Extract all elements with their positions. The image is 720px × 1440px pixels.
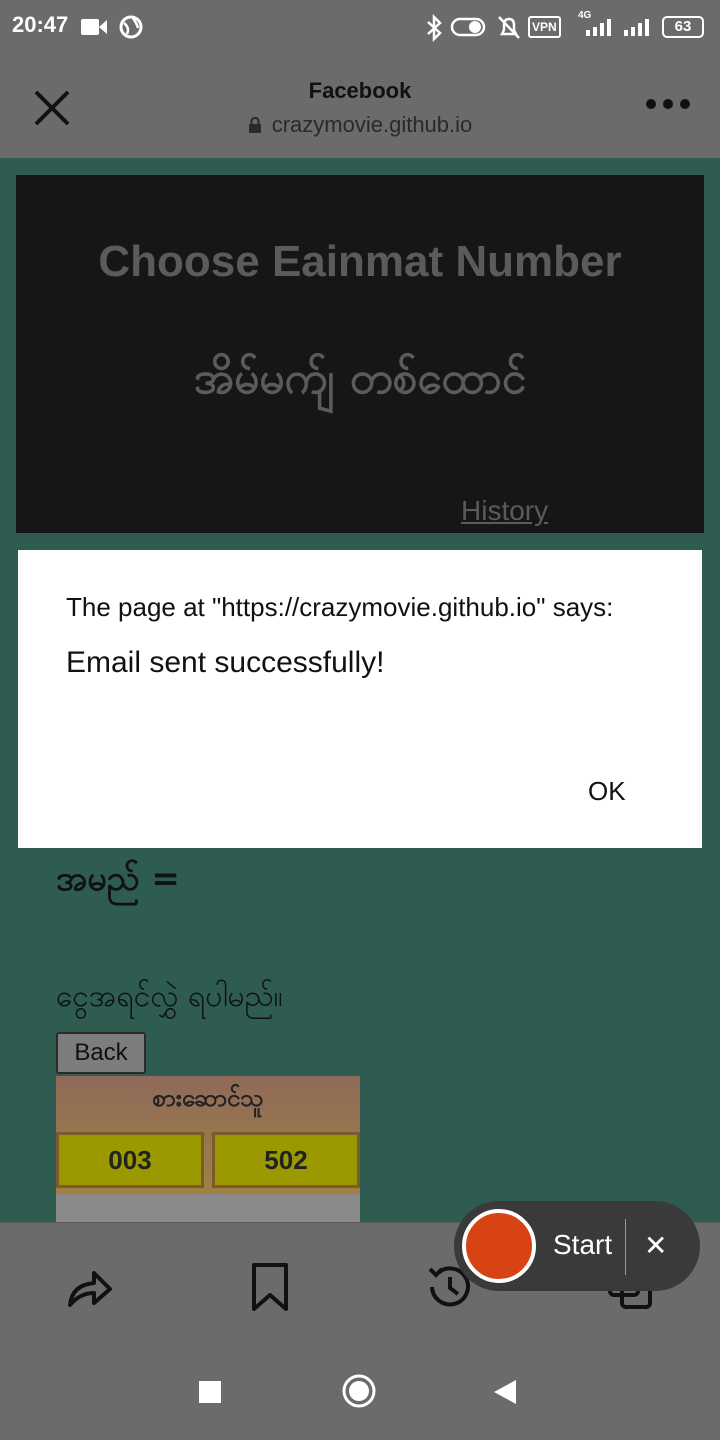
page-title: Facebook [308, 78, 412, 103]
recorder-start-button[interactable]: Start [553, 1229, 612, 1261]
globe-icon [119, 15, 143, 39]
signal-icon [586, 19, 611, 36]
lock-icon [248, 116, 261, 133]
battery-icon: 63 [662, 16, 704, 38]
recorder-close-icon[interactable]: ✕ [644, 1229, 667, 1262]
signal-icon [624, 19, 649, 36]
browser-header: Facebook crazymovie.github.io [0, 56, 720, 158]
banner-title: Choose Eainmat Number [98, 237, 622, 286]
bell-off-icon [498, 16, 520, 39]
banner-subtitle: အိမ်မက်ျ တစ်ထောင် [193, 353, 527, 404]
banner: Choose Eainmat Number အိမ်မက်ျ တစ်ထောင် … [16, 175, 704, 533]
dialog-header: The page at "https://crazymovie.github.i… [66, 592, 614, 622]
table-row [56, 1194, 360, 1222]
history-link[interactable]: History [461, 495, 548, 527]
bookmark-icon[interactable] [248, 1261, 292, 1313]
recents-icon[interactable] [198, 1380, 222, 1404]
url-display: crazymovie.github.io [0, 112, 720, 138]
table-cell[interactable]: 003 [56, 1132, 204, 1188]
system-nav-bar [0, 1348, 720, 1440]
share-icon[interactable] [64, 1261, 116, 1313]
back-icon[interactable] [492, 1378, 520, 1406]
url-text: crazymovie.github.io [271, 112, 473, 137]
bluetooth-icon [427, 14, 442, 42]
name-label: အမည် = [56, 859, 180, 899]
ok-button[interactable]: OK [588, 776, 626, 807]
record-button[interactable] [462, 1209, 536, 1283]
status-time: 20:47 [12, 12, 69, 37]
table-header: စားဆောင်သူ [152, 1084, 264, 1112]
back-button[interactable]: Back [56, 1032, 146, 1074]
recorder-divider [625, 1219, 626, 1275]
more-icon[interactable] [644, 96, 692, 112]
dialog-message: Email sent successfully! [66, 646, 385, 679]
number-table: စားဆောင်သူ 003 502 [56, 1076, 360, 1222]
alert-dialog: The page at "https://crazymovie.github.i… [18, 550, 702, 848]
toggle-icon [450, 17, 486, 37]
video-icon [81, 19, 107, 35]
vpn-icon: VPN [528, 16, 561, 38]
status-bar: 20:47 VPN 4G 63 [0, 0, 720, 56]
recorder-widget: Start ✕ [454, 1201, 700, 1291]
table-cell[interactable]: 502 [212, 1132, 360, 1188]
home-icon[interactable] [340, 1372, 378, 1410]
money-label: ငွေအရင်လွှဲ ရပါမည်။ [56, 979, 283, 1014]
